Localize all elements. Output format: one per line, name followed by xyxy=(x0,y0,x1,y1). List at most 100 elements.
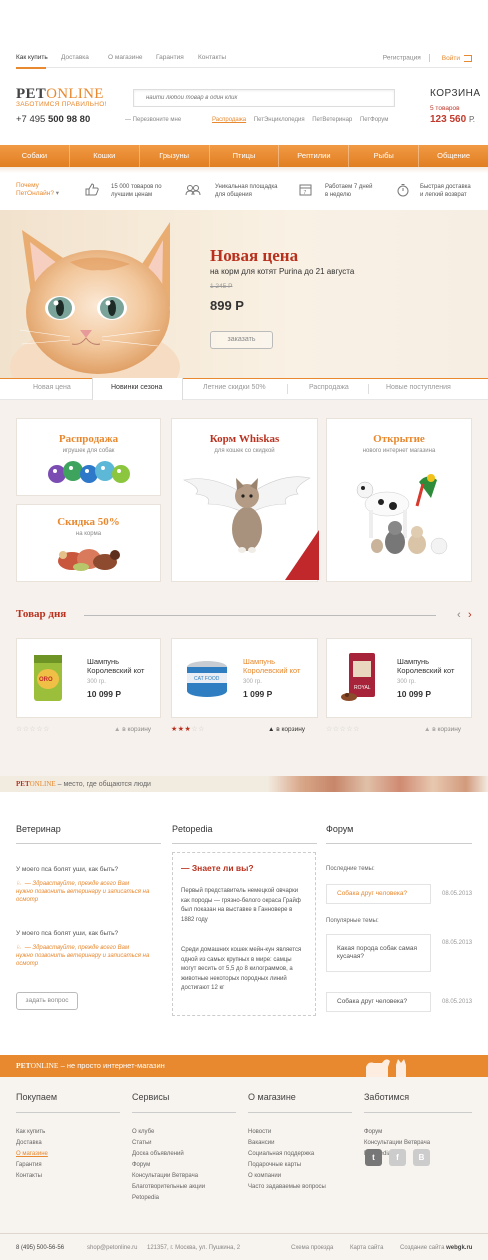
cart-title[interactable]: КОРЗИНА xyxy=(430,88,481,99)
kitten-image xyxy=(10,222,180,378)
footer-link[interactable]: Форум xyxy=(132,1162,150,1168)
footer-link[interactable]: Форум xyxy=(364,1129,382,1135)
callback-link[interactable]: — Перезвоните мне xyxy=(125,117,181,123)
register-link[interactable]: Регистрация xyxy=(383,55,421,62)
category-birds[interactable]: Птицы xyxy=(210,145,280,167)
promo-discount-title: Скидка 50% xyxy=(57,516,120,528)
footer-link[interactable]: Благотворительные акции xyxy=(132,1184,205,1190)
footer-link[interactable]: Социальная поддержка xyxy=(248,1151,314,1157)
footer-link[interactable]: Новости xyxy=(248,1129,271,1135)
add-to-cart-3[interactable]: ▲ в корзину xyxy=(424,726,461,733)
petopedia-section-title: Petopedia xyxy=(172,824,213,834)
sitemap-link[interactable]: Карта сайта xyxy=(350,1245,383,1251)
product-card-3[interactable]: ROYAL Шампунь Королевский кот 300 гр. 10 … xyxy=(326,638,472,718)
add-to-cart-1[interactable]: ▲ в корзину xyxy=(114,726,151,733)
vet-answer-1: ♘ — Здравствуйте, прежде всего Вам нужно… xyxy=(16,881,150,903)
twitter-icon[interactable]: t xyxy=(365,1149,382,1166)
rating-stars-1[interactable]: ☆☆☆☆☆ xyxy=(16,725,50,733)
dog-toys-image xyxy=(48,461,130,483)
search-box[interactable] xyxy=(133,89,395,107)
category-rodents[interactable]: Грызуны xyxy=(140,145,210,167)
footer-link[interactable]: Статьи xyxy=(132,1140,151,1146)
promo-card-opening[interactable]: Открытие нового интернет магазина xyxy=(326,418,472,582)
footer-link[interactable]: Доска объявлений xyxy=(132,1151,184,1157)
rating-stars-2[interactable]: ★★★☆☆ xyxy=(171,725,205,733)
header-link-vet[interactable]: ПетВетеринар xyxy=(312,117,352,123)
tab-clearance[interactable]: Распродажа xyxy=(309,384,349,391)
category-community[interactable]: Общение xyxy=(419,145,488,167)
section-divider xyxy=(364,1112,472,1113)
community-band-text: PETONLINE – место, где общаются люди xyxy=(16,780,151,788)
footer-link[interactable]: Подарочные карты xyxy=(248,1162,301,1168)
footer-link[interactable]: Как купить xyxy=(16,1129,45,1135)
product-name: Шампунь Королевский кот xyxy=(87,657,145,675)
footer-link[interactable]: Консультации Ветврача xyxy=(364,1140,430,1146)
hero-old-price: 1 245 Р xyxy=(210,283,233,290)
login-link[interactable]: Войти xyxy=(442,55,460,62)
category-cats[interactable]: Кошки xyxy=(70,145,140,167)
footer-col-title: Заботимся xyxy=(364,1092,410,1102)
cart-count: 5 товаров xyxy=(430,105,460,112)
forum-topic-popular-2[interactable]: Собака друг человека? xyxy=(326,992,431,1012)
topnav-contacts[interactable]: Контакты xyxy=(198,54,226,61)
add-to-cart-2[interactable]: ▲ в корзину xyxy=(268,726,305,733)
vkontakte-icon[interactable]: B xyxy=(413,1149,430,1166)
slogan: ЗАБОТИМСЯ ПРАВИЛЬНО! xyxy=(16,101,107,108)
product-weight: 300 гр. xyxy=(87,679,106,685)
footer-link[interactable]: Консультации Ветврача xyxy=(132,1173,198,1179)
search-input[interactable] xyxy=(134,90,394,106)
section-divider xyxy=(16,1112,120,1113)
section-divider xyxy=(172,843,317,844)
footer-link[interactable]: Вакансии xyxy=(248,1140,274,1146)
tab-summer-sale[interactable]: Летние скидки 50% xyxy=(203,384,266,391)
footer-email[interactable]: shop@petonline.ru xyxy=(87,1245,137,1251)
tab-new-price[interactable]: Новая цена xyxy=(33,384,71,391)
directions-link[interactable]: Схема проезда xyxy=(291,1245,333,1251)
footer-link[interactable]: О клубе xyxy=(132,1129,154,1135)
topnav-delivery[interactable]: Доставка xyxy=(61,54,89,61)
footer-link[interactable]: О компании xyxy=(248,1173,281,1179)
header-link-sale[interactable]: Распродажа xyxy=(212,117,246,123)
ask-question-button[interactable]: задать вопрос xyxy=(16,992,78,1010)
category-bar: Собаки Кошки Грызуны Птицы Рептилии Рыбы… xyxy=(0,145,488,167)
order-button[interactable]: заказать xyxy=(210,331,273,349)
category-dogs[interactable]: Собаки xyxy=(0,145,70,167)
why-us-dropdown[interactable]: Почему ПетОнлайн? ▾ xyxy=(16,182,59,198)
product-name[interactable]: Шампунь Королевский кот xyxy=(243,657,300,675)
login-icon[interactable] xyxy=(464,54,472,62)
promo-card-discount[interactable]: Скидка 50% на корма xyxy=(16,504,161,582)
category-fish[interactable]: Рыбы xyxy=(349,145,420,167)
topnav-warranty[interactable]: Гарантия xyxy=(156,54,184,61)
footer-link[interactable]: О магазине xyxy=(16,1151,48,1157)
topnav-how-to-buy[interactable]: Как купить xyxy=(16,54,48,61)
product-card-2[interactable]: CAT FOOD Шампунь Королевский кот 300 гр. … xyxy=(171,638,318,718)
category-reptiles[interactable]: Рептилии xyxy=(279,145,350,167)
next-arrow-icon[interactable]: › xyxy=(468,609,472,621)
vet-question-1[interactable]: У моего пса болят уши, как быть? xyxy=(16,866,118,873)
footer-link[interactable]: Гарантия xyxy=(16,1162,42,1168)
header-link-forum[interactable]: ПетФорум xyxy=(360,117,388,123)
tab-season-new[interactable]: Новинки сезона xyxy=(111,384,162,391)
site-credit[interactable]: Создание сайта webgk.ru xyxy=(400,1245,472,1251)
footer-link[interactable]: Часто задаваемые вопросы xyxy=(248,1184,326,1190)
product-card-1[interactable]: ORO Шампунь Королевский кот 300 гр. 10 09… xyxy=(16,638,161,718)
vet-question-2[interactable]: У моего пса болят уши, как быть? xyxy=(16,930,118,937)
promo-card-sale[interactable]: Распродажа игрушек для собак xyxy=(16,418,161,496)
footer-link[interactable]: Доставка xyxy=(16,1140,42,1146)
prev-arrow-icon[interactable]: ‹ xyxy=(457,609,461,621)
topnav-about[interactable]: О магазине xyxy=(108,54,143,61)
facebook-icon[interactable]: f xyxy=(389,1149,406,1166)
fact-1: Первый представитель немецкой овчарки как… xyxy=(181,888,301,923)
footer-col-title: Сервисы xyxy=(132,1092,170,1102)
benefit-community: Уникальная площадка для общения xyxy=(215,184,278,198)
footer-link[interactable]: Контакты xyxy=(16,1173,42,1179)
winged-cat-image xyxy=(183,476,311,553)
forum-topic-popular-1[interactable]: Какая порода собак самая кусачая? xyxy=(326,934,431,972)
header-link-encyclopedia[interactable]: ПетЭнциклопедия xyxy=(254,117,305,123)
forum-topic-latest[interactable]: Собака друг человека? xyxy=(326,884,431,904)
footer-link[interactable]: Petopedia xyxy=(132,1195,159,1201)
rating-stars-3[interactable]: ☆☆☆☆☆ xyxy=(326,725,360,733)
tab-new-arrivals[interactable]: Новые поступления xyxy=(386,384,451,391)
benefit-delivery: Быстрая доставка и легкий возврат xyxy=(420,184,471,198)
vet-answer-2: ♘ — Здравствуйте, прежде всего Вам нужно… xyxy=(16,945,150,967)
